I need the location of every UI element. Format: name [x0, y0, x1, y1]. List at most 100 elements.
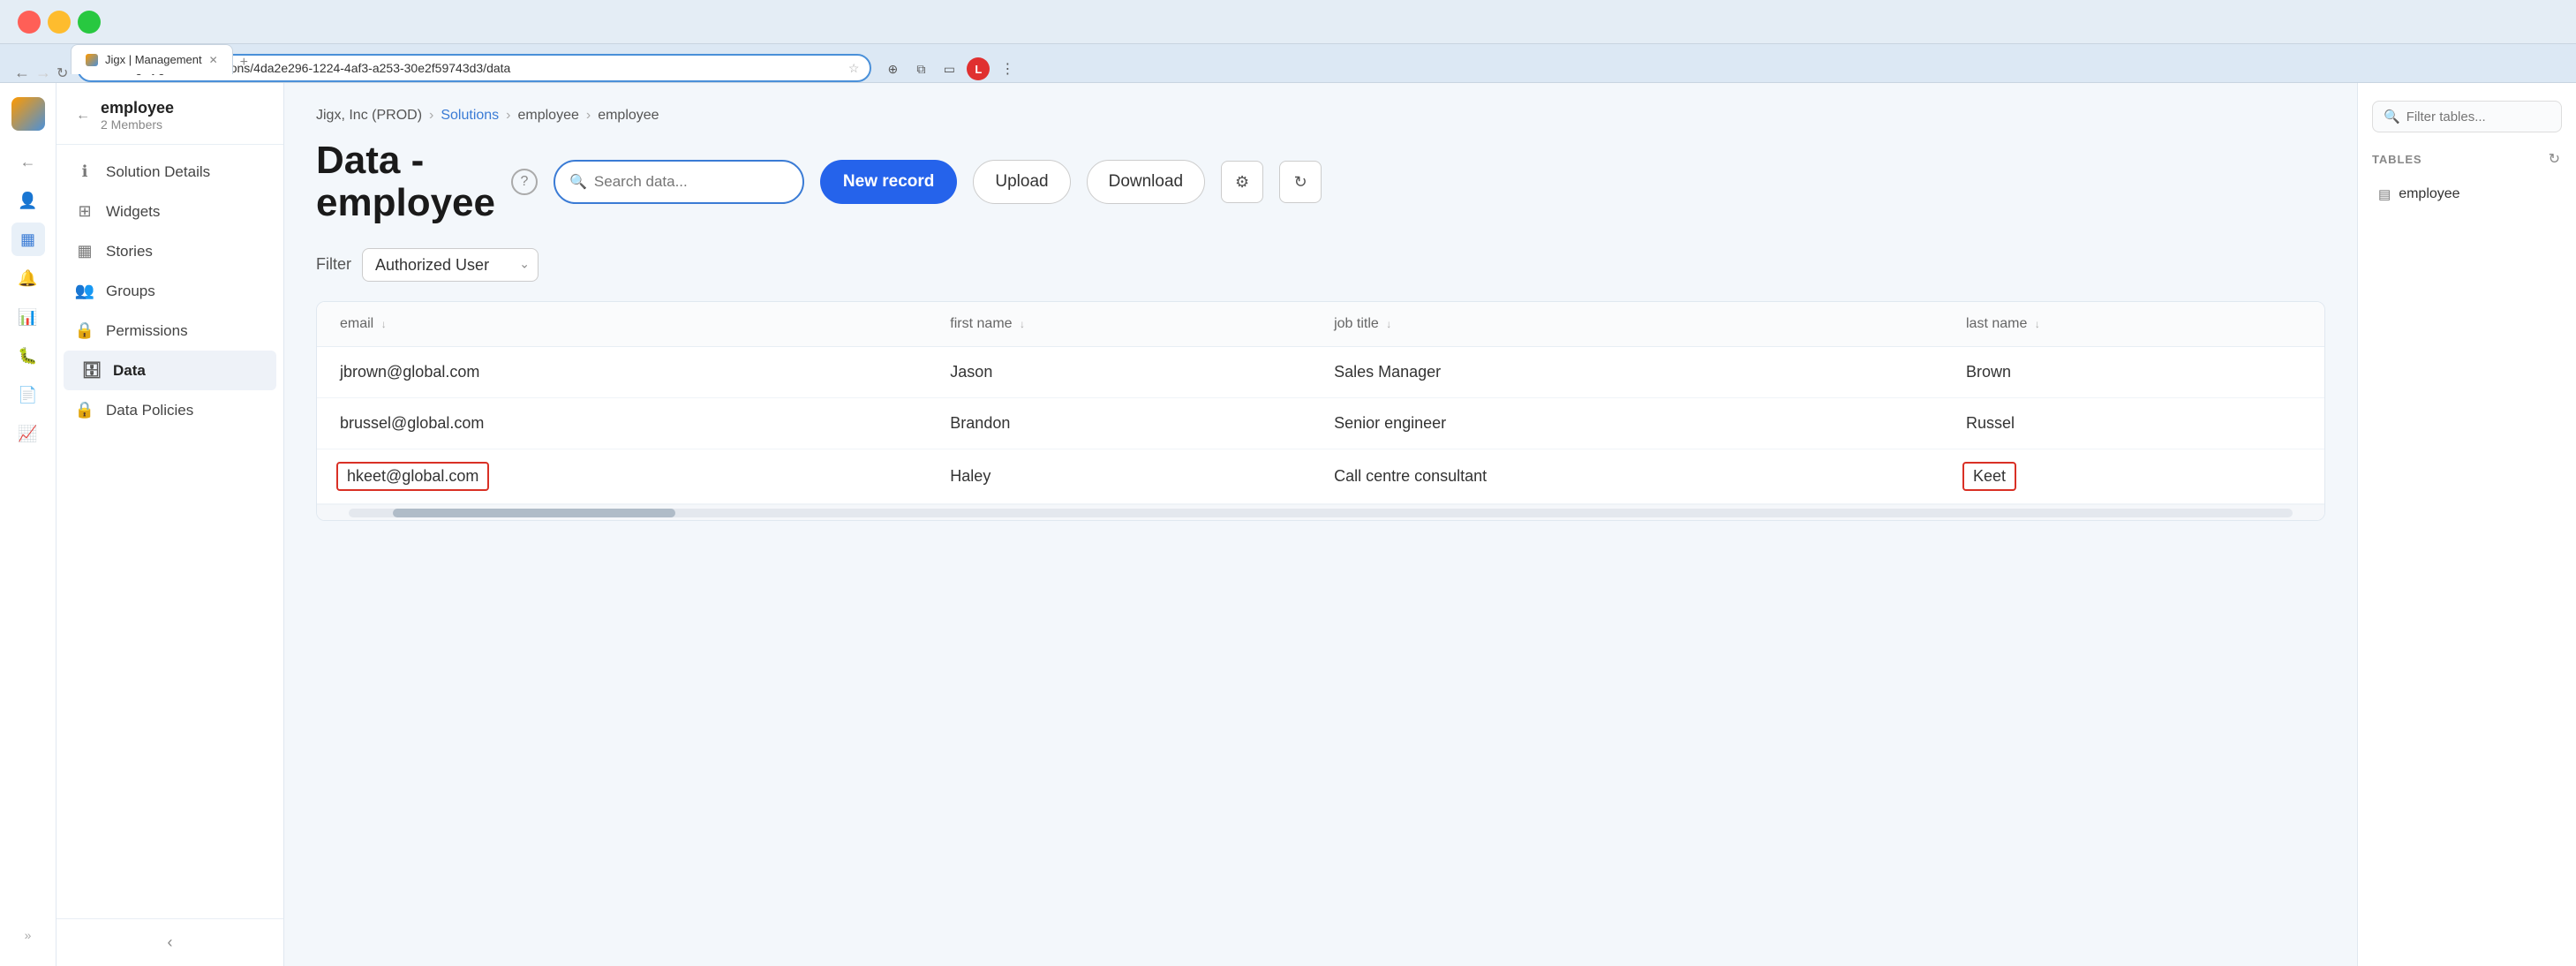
data-table: email ↓ first name ↓ job title ↓ last [317, 302, 2324, 504]
row2-firstname[interactable]: Brandon [927, 397, 1311, 449]
sidebar-item-groups[interactable]: 👥 Groups [56, 271, 283, 311]
col-email-label: email [340, 316, 373, 331]
col-lastname-label: last name [1966, 316, 2027, 331]
col-lastname[interactable]: last name ↓ [1943, 302, 2324, 347]
groups-label: Groups [106, 283, 155, 300]
table-row: jbrown@global.com Jason Sales Manager Br… [317, 346, 2324, 397]
row1-firstname[interactable]: Jason [927, 346, 1311, 397]
sidebar-back-button[interactable]: ← [74, 106, 92, 125]
tab-title: Jigx | Management [105, 53, 202, 66]
nav-stats-icon[interactable]: 📈 [11, 417, 45, 450]
permissions-label: Permissions [106, 322, 188, 340]
data-table-container: email ↓ first name ↓ job title ↓ last [316, 301, 2325, 521]
search-input[interactable] [594, 173, 788, 191]
col-jobtitle[interactable]: job title ↓ [1311, 302, 1943, 347]
row1-jobtitle[interactable]: Sales Manager [1311, 346, 1943, 397]
sidebar-item-data[interactable]: 🗄 Data [64, 351, 276, 390]
sidebar-item-widgets[interactable]: ⊞ Widgets [56, 192, 283, 231]
close-window-button[interactable] [18, 11, 41, 34]
row1-email[interactable]: jbrown@global.com [317, 346, 927, 397]
sidebar-footer: ‹ [56, 918, 283, 966]
nav-chart-icon[interactable]: 📊 [11, 300, 45, 334]
bookmark-icon[interactable]: ☆ [848, 61, 860, 76]
search-icon: 🔍 [569, 173, 587, 191]
sidebar-item-stories[interactable]: ▦ Stories [56, 231, 283, 271]
new-tab-button[interactable]: + [233, 51, 255, 74]
refresh-icon-button[interactable]: ↻ [1279, 161, 1322, 203]
nav-home-icon[interactable]: ← [11, 145, 45, 178]
row2-jobtitle[interactable]: Senior engineer [1311, 397, 1943, 449]
right-search-icon: 🔍 [2384, 109, 2400, 125]
table-item-employee[interactable]: ▤ employee [2372, 178, 2562, 210]
download-button[interactable]: Download [1087, 160, 1206, 204]
data-policies-icon: 🔒 [74, 401, 95, 419]
nav-expand-icon[interactable]: » [11, 918, 45, 952]
table-scrollbar-area [317, 504, 2324, 520]
breadcrumb-solutions[interactable]: Solutions [441, 108, 499, 124]
breadcrumb: Jigx, Inc (PROD) › Solutions › employee … [316, 108, 2325, 124]
col-firstname-sort-icon: ↓ [1020, 318, 1025, 330]
nav-bell-icon[interactable]: 🔔 [11, 261, 45, 295]
row2-lastname[interactable]: Russel [1943, 397, 2324, 449]
forward-nav-button[interactable]: → [35, 64, 51, 82]
tables-section: TABLES ↻ ▤ employee [2372, 148, 2562, 210]
row3-firstname[interactable]: Haley [927, 449, 1311, 503]
user-avatar[interactable]: L [967, 57, 990, 80]
nav-doc-icon[interactable]: 📄 [11, 378, 45, 411]
nav-bug-icon[interactable]: 🐛 [11, 339, 45, 373]
breadcrumb-sep-2: › [506, 108, 510, 124]
data-icon: 🗄 [81, 361, 102, 380]
filter-select-wrap: Authorized User ⌄ [362, 248, 539, 282]
sidebar-item-data-policies[interactable]: 🔒 Data Policies [56, 390, 283, 430]
minimize-window-button[interactable] [48, 11, 71, 34]
app-logo [11, 97, 45, 131]
icon-bar: ← 👤 ▦ 🔔 📊 🐛 📄 📈 » [0, 83, 56, 966]
help-icon[interactable]: ? [511, 169, 538, 195]
menu-icon[interactable]: ⋮ [997, 58, 1018, 79]
sidebar-header: ← employee 2 Members [56, 83, 283, 145]
sidebar-nav: ℹ Solution Details ⊞ Widgets ▦ Stories 👥… [56, 145, 283, 918]
tab-close-button[interactable]: ✕ [209, 54, 218, 66]
stories-label: Stories [106, 243, 153, 260]
col-firstname[interactable]: first name ↓ [927, 302, 1311, 347]
sidebar-collapse-button[interactable]: ‹ [168, 933, 173, 952]
row3-jobtitle[interactable]: Call centre consultant [1311, 449, 1943, 503]
col-email[interactable]: email ↓ [317, 302, 927, 347]
page-header: Data - employee ? 🔍 New record Upload Do… [316, 140, 2325, 225]
row1-lastname[interactable]: Brown [1943, 346, 2324, 397]
row3-email-highlighted[interactable]: hkeet@global.com [317, 449, 927, 503]
sidebar-item-solution-details[interactable]: ℹ Solution Details [56, 152, 283, 192]
maximize-window-button[interactable] [78, 11, 101, 34]
row2-email[interactable]: brussel@global.com [317, 397, 927, 449]
tables-refresh-button[interactable]: ↻ [2547, 148, 2562, 170]
data-policies-label: Data Policies [106, 402, 193, 419]
sidebar-item-permissions[interactable]: 🔒 Permissions [56, 311, 283, 351]
nav-people-icon[interactable]: 👤 [11, 184, 45, 217]
scrollbar-track[interactable] [349, 509, 2293, 517]
col-jobtitle-sort-icon: ↓ [1386, 318, 1391, 330]
filter-row: Filter Authorized User ⌄ [316, 248, 2325, 282]
browser-tab[interactable]: Jigx | Management ✕ [71, 44, 233, 74]
right-panel: 🔍 TABLES ↻ ▤ employee [2357, 83, 2576, 966]
settings-icon-button[interactable]: ⚙ [1221, 161, 1263, 203]
extension-icon-2[interactable]: ⧉ [910, 58, 931, 79]
new-record-button[interactable]: New record [820, 160, 957, 204]
reload-nav-button[interactable]: ↻ [56, 64, 68, 82]
upload-button[interactable]: Upload [973, 160, 1070, 204]
back-nav-button[interactable]: ← [14, 64, 30, 82]
extension-icon-1[interactable]: ⊕ [882, 58, 903, 79]
scrollbar-thumb[interactable] [393, 509, 675, 517]
nav-active-icon[interactable]: ▦ [11, 223, 45, 256]
right-panel-search-box: 🔍 [2372, 101, 2562, 132]
groups-icon: 👥 [74, 282, 95, 300]
table-item-label: employee [2399, 186, 2459, 202]
tab-favicon [86, 54, 98, 66]
row3-lastname-highlighted[interactable]: Keet [1943, 449, 2324, 503]
table-item-icon: ▤ [2378, 186, 2391, 202]
widgets-label: Widgets [106, 203, 160, 221]
right-search-input[interactable] [2407, 109, 2550, 125]
sidebar: ← employee 2 Members ℹ Solution Details … [56, 83, 284, 966]
sidebar-toggle-icon[interactable]: ▭ [938, 58, 960, 79]
col-lastname-sort-icon: ↓ [2035, 318, 2040, 330]
filter-select[interactable]: Authorized User [362, 248, 539, 282]
